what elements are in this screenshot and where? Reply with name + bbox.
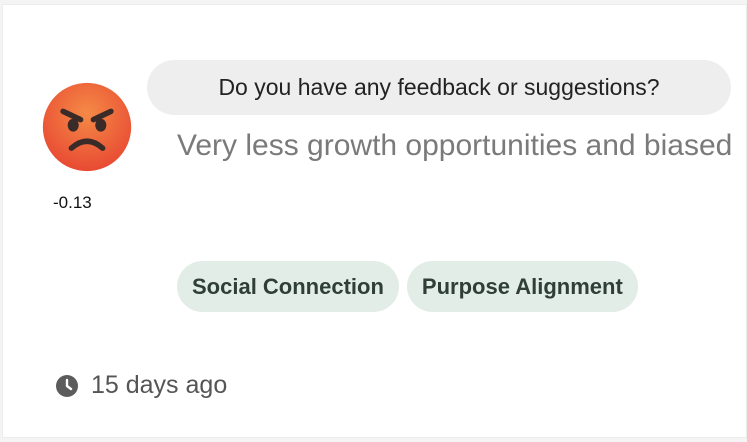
timestamp-text: 15 days ago — [91, 371, 228, 399]
feedback-card: -0.13 Do you have any feedback or sugges… — [2, 4, 747, 438]
angry-face-icon — [42, 82, 132, 172]
tag-list: Social Connection Purpose Alignment — [177, 261, 638, 312]
clock-icon — [56, 374, 78, 397]
question-bubble: Do you have any feedback or suggestions? — [147, 60, 731, 115]
tag-social-connection[interactable]: Social Connection — [177, 261, 399, 312]
sentiment-score: -0.13 — [53, 193, 92, 212]
tag-purpose-alignment[interactable]: Purpose Alignment — [406, 261, 638, 312]
timestamp-row: 15 days ago — [55, 371, 227, 400]
feedback-answer: Very less growth opportunities and biase… — [177, 129, 733, 162]
